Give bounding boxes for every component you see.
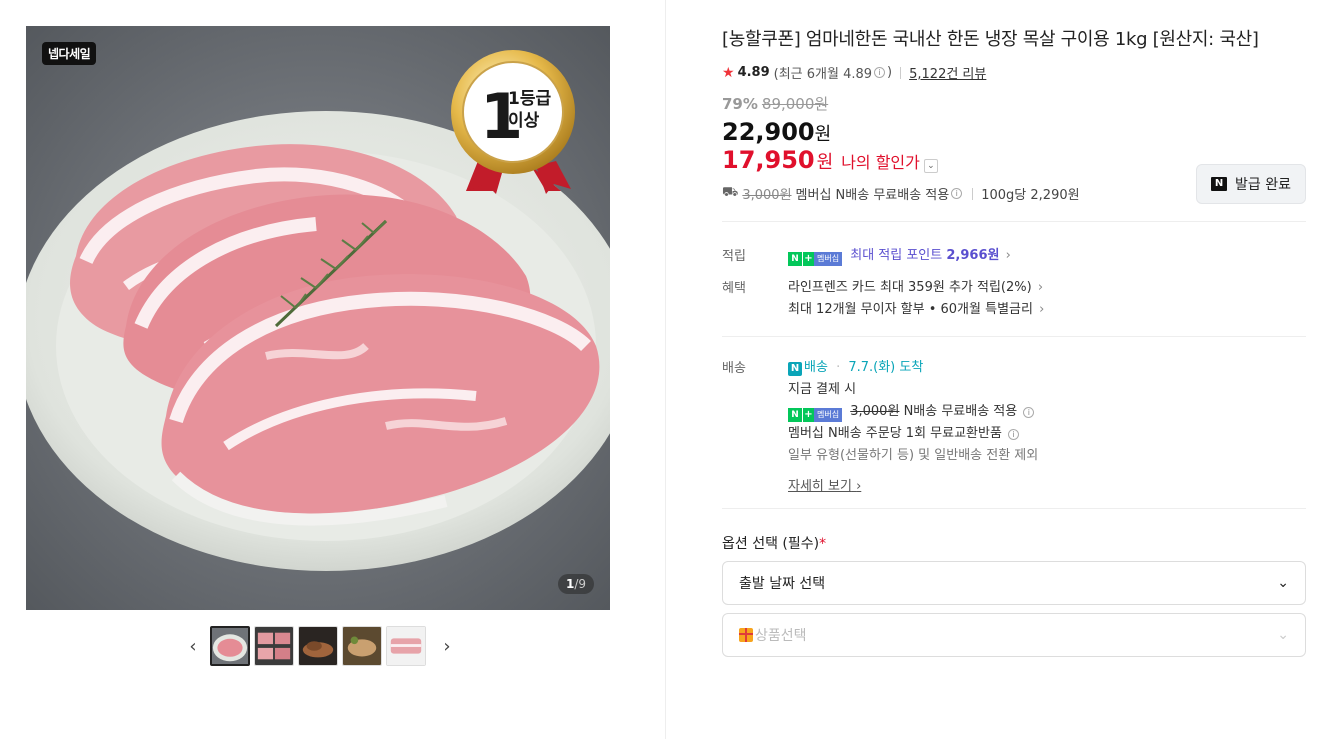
my-price-value: 17,950 <box>722 146 815 174</box>
chevron-right-icon: › <box>1005 248 1011 263</box>
product-info: [농할쿠폰] 엄마네한돈 국내산 한돈 냉장 목살 구이용 1kg [원산지: … <box>722 26 1306 657</box>
n-delivery-icon: N <box>788 362 802 376</box>
delivery-line4: 일부 유형(선물하기 등) 및 일반배송 전환 제외 <box>788 448 1039 463</box>
rating-value: 4.89 <box>737 65 770 80</box>
sale-price-unit: 원 <box>814 124 832 145</box>
chevron-right-icon: › <box>1039 302 1045 317</box>
recent-rating: (최근 6개월 4.89 <box>773 67 873 82</box>
column-divider <box>665 0 666 739</box>
image-counter: 1/9 <box>557 574 594 594</box>
card-benefit-text: 라인프렌즈 카드 최대 359원 추가 적립(2%) <box>788 280 1032 295</box>
required-mark: * <box>819 536 827 552</box>
my-price-unit: 원 <box>816 152 834 173</box>
thumbnail-4[interactable] <box>342 626 382 666</box>
points-line[interactable]: N + 멤버십 최대 적립 포인트 2,966원 › <box>788 245 1306 267</box>
gift-icon <box>739 628 753 642</box>
info-icon[interactable]: i <box>1008 429 1020 440</box>
delivery-fee-original: 3,000원 <box>850 404 900 419</box>
shipping-divider <box>972 187 974 200</box>
chevron-down-icon[interactable]: ⌄ <box>923 159 938 173</box>
rating-divider <box>900 66 902 79</box>
product-main-image[interactable]: 1 넵다세일 1등급 이상 1/9 <box>26 26 610 610</box>
rating-row: ★ 4.89 (최근 6개월 4.89 i ) 5,122건 리뷰 <box>722 63 1306 83</box>
thumb-prev-arrow-icon[interactable]: ‹ <box>184 626 202 666</box>
points-section: 적립 N + 멤버십 최대 적립 포인트 2,966원 › <box>722 245 1306 267</box>
detail-link-label: 자세히 보기 <box>788 479 852 494</box>
delivery-key: 배송 <box>722 361 746 376</box>
recent-rating-close: ) <box>887 65 893 80</box>
installment-line[interactable]: 최대 12개월 무이자 할부 • 60개월 특별금리 › <box>788 299 1306 321</box>
thumb-next-arrow-icon[interactable]: › <box>438 626 456 666</box>
product-select[interactable]: 상품선택 ⌄ <box>722 613 1306 657</box>
thumbnail-strip: ‹ › <box>184 626 456 666</box>
arrival-date: 7.7.(화) 도착 <box>848 360 924 375</box>
delivery-line1: 지금 결제 시 <box>788 382 857 397</box>
product-select-label: 상품선택 <box>755 628 807 644</box>
section-divider <box>722 221 1306 222</box>
sale-price: 22,900원 <box>722 118 1306 146</box>
grade-badge-text: 1등급 이상 <box>508 88 551 132</box>
points-value: 2,966원 <box>946 248 1000 263</box>
departure-date-select[interactable]: 출발 날짜 선택 ⌄ <box>722 561 1306 605</box>
installment-text: 최대 12개월 무이자 할부 • 60개월 특별금리 <box>788 302 1033 317</box>
points-label: 최대 적립 포인트 <box>850 248 943 263</box>
chevron-down-icon: ⌄ <box>1277 627 1289 643</box>
sale-price-value: 22,900 <box>722 118 815 146</box>
counter-total: /9 <box>574 577 586 591</box>
review-count-link[interactable]: 5,122건 리뷰 <box>909 63 986 82</box>
option-title: 옵션 선택 (필수)* <box>722 533 1306 553</box>
grade-badge-bottom: 이상 <box>508 111 540 131</box>
delivery-arrival: N 배송 · 7.7.(화) 도착 <box>788 357 1306 379</box>
exchange-text: 멤버십 N배송 주문당 1회 무료교환반품 <box>788 426 1002 441</box>
departure-date-label: 출발 날짜 선택 <box>739 576 826 592</box>
discount-row: 79% 89,000원 <box>722 93 1306 114</box>
shipping-text: 멤버십 N배송 무료배송 적용 <box>795 188 950 203</box>
my-price-label: 나의 할인가 <box>841 153 920 172</box>
info-icon[interactable]: i <box>951 188 963 199</box>
benefit-key: 혜택 <box>722 281 746 296</box>
thumbnail-5[interactable] <box>386 626 426 666</box>
n-delivery-label: 배송 <box>804 360 828 375</box>
coupon-issued-button[interactable]: N 발급 완료 <box>1196 164 1306 204</box>
delivery-free-text: N배송 무료배송 적용 <box>903 404 1018 419</box>
star-icon: ★ <box>722 64 735 81</box>
thumbnail-2[interactable] <box>254 626 294 666</box>
shipping-fee-original: 3,000원 <box>742 188 792 203</box>
thumbnail-1[interactable] <box>210 626 250 666</box>
detail-link[interactable]: 자세히 보기 › <box>788 475 861 494</box>
original-price: 89,000원 <box>761 95 829 113</box>
chevron-right-icon: › <box>1037 280 1044 295</box>
naver-membership-badge: N + 멤버십 <box>788 252 843 266</box>
unit-price: 100g당 2,290원 <box>981 188 1080 203</box>
benefit-section: 혜택 라인프렌즈 카드 최대 359원 추가 적립(2%) › 최대 12개월 … <box>722 277 1306 321</box>
truck-icon: ⛟ <box>722 185 739 200</box>
card-benefit-line[interactable]: 라인프렌즈 카드 최대 359원 추가 적립(2%) › <box>788 277 1306 299</box>
delivery-line3: 멤버십 N배송 주문당 1회 무료교환반품 i <box>788 423 1306 445</box>
section-divider <box>722 508 1306 509</box>
chevron-right-icon: › <box>856 479 862 494</box>
option-title-text: 옵션 선택 (필수) <box>722 536 820 552</box>
delivery-section: 배송 N 배송 · 7.7.(화) 도착 지금 결제 시 N + 멤버십 3,000원… <box>722 357 1306 494</box>
grade-badge-top: 1등급 <box>508 89 552 109</box>
delivery-line2: N + 멤버십 3,000원 N배송 무료배송 적용 i <box>788 401 1306 423</box>
thumbnail-3[interactable] <box>298 626 338 666</box>
chevron-down-icon: ⌄ <box>1277 575 1289 591</box>
section-divider <box>722 336 1306 337</box>
sale-tag: 넵다세일 <box>42 42 97 65</box>
info-icon[interactable]: i <box>1023 407 1035 418</box>
points-key: 적립 <box>722 249 746 264</box>
info-icon[interactable]: i <box>874 67 886 78</box>
naver-logo-icon: N <box>1211 177 1227 191</box>
discount-rate: 79% <box>722 95 758 113</box>
product-title: [농할쿠폰] 엄마네한돈 국내산 한돈 냉장 목살 구이용 1kg [원산지: … <box>722 29 1259 50</box>
coupon-button-label: 발급 완료 <box>1235 177 1291 193</box>
naver-membership-badge: N + 멤버십 <box>788 408 843 422</box>
